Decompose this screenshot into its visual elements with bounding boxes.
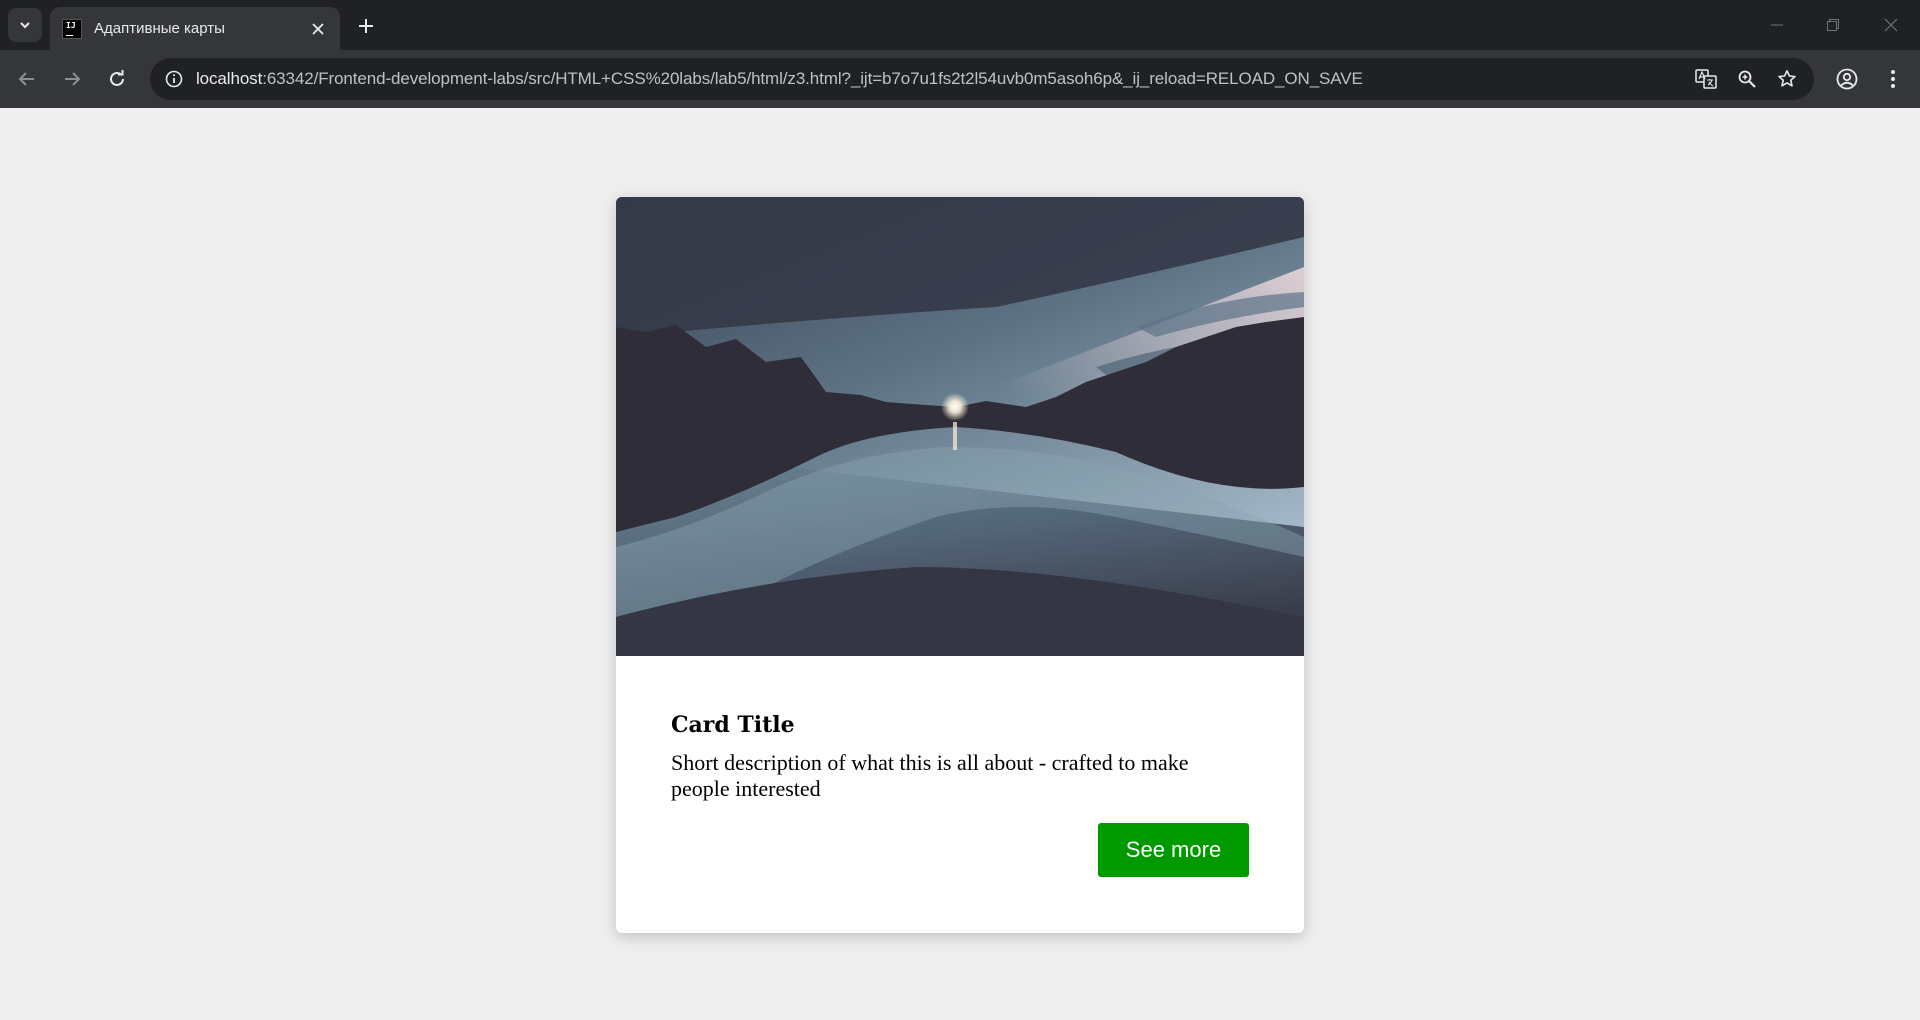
bookmark-button[interactable] — [1773, 65, 1801, 93]
profile-button[interactable] — [1832, 64, 1862, 94]
chevron-down-icon — [20, 22, 30, 29]
profile-icon — [1836, 68, 1858, 90]
address-bar[interactable]: localhost:63342/Frontend-development-lab… — [150, 58, 1814, 100]
minimize-button[interactable] — [1762, 10, 1792, 40]
forward-button[interactable] — [57, 64, 87, 94]
zoom-icon — [1738, 70, 1756, 88]
url-host: localhost — [196, 69, 263, 88]
card-body: Card Title Short description of what thi… — [671, 712, 1251, 802]
reload-icon — [110, 70, 124, 86]
tab-title: Адаптивные карты — [94, 20, 225, 37]
close-tab-button[interactable] — [308, 19, 328, 39]
star-icon — [1778, 70, 1796, 87]
see-more-button[interactable]: See more — [1098, 823, 1249, 877]
translate-button[interactable] — [1692, 65, 1720, 93]
zoom-button[interactable] — [1733, 65, 1761, 93]
url-path: :63342/Frontend-development-labs/src/HTM… — [262, 69, 1363, 88]
url-text: localhost:63342/Frontend-development-lab… — [196, 69, 1363, 89]
restore-button[interactable] — [1818, 10, 1848, 40]
translate-icon — [1695, 69, 1717, 89]
minimize-icon — [1771, 24, 1783, 26]
site-info-button[interactable] — [162, 67, 186, 91]
arrow-left-icon — [18, 72, 34, 86]
arrow-right-icon — [65, 72, 81, 86]
browser-tab-bar: IJ Адаптивные карты — [0, 0, 1920, 50]
intellij-favicon-icon: IJ — [62, 18, 82, 39]
page-viewport: Card Title Short description of what thi… — [0, 108, 1920, 1020]
browser-tab[interactable]: IJ Адаптивные карты — [50, 7, 340, 50]
kebab-icon — [1891, 70, 1895, 88]
card-title: Card Title — [671, 712, 795, 738]
close-icon — [1884, 18, 1898, 32]
info-icon — [165, 70, 183, 88]
back-button[interactable] — [12, 64, 42, 94]
card: Card Title Short description of what thi… — [616, 197, 1304, 933]
plus-icon — [359, 19, 373, 33]
browser-toolbar: localhost:63342/Frontend-development-lab… — [0, 50, 1920, 108]
close-window-button[interactable] — [1876, 10, 1906, 40]
restore-icon — [1827, 19, 1839, 31]
close-icon — [312, 22, 324, 35]
new-tab-button[interactable] — [352, 12, 380, 40]
reload-button[interactable] — [102, 64, 132, 94]
card-description: Short description of what this is all ab… — [671, 750, 1189, 801]
card-image — [616, 197, 1304, 656]
tab-search-button[interactable] — [8, 8, 42, 42]
browser-menu-button[interactable] — [1878, 64, 1908, 94]
